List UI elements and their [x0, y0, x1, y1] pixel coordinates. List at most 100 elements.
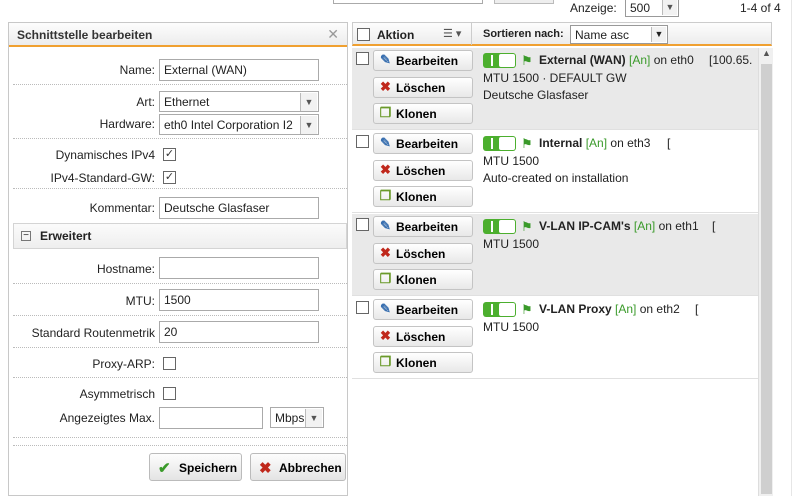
interface-details: MTU 1500	[483, 320, 540, 334]
footer-divider	[13, 445, 347, 446]
edit-icon: ✎	[380, 301, 391, 316]
row-checkbox[interactable]	[356, 218, 369, 231]
interface-state: [An]	[615, 302, 637, 316]
sort-select[interactable]: Name asc ▼	[570, 25, 668, 44]
delete-button[interactable]: ✖ Löschen	[373, 326, 473, 347]
dyn-ipv4-checkbox[interactable]: ✓	[163, 148, 176, 161]
delete-icon: ✖	[380, 162, 391, 177]
delete-button[interactable]: ✖ Löschen	[373, 243, 473, 264]
interface-address: [100.65.	[709, 53, 753, 67]
header-separator	[471, 23, 472, 45]
mtu-field[interactable]: 1500	[159, 289, 319, 311]
unit-value: Mbps	[275, 411, 305, 425]
form-row-type-hardware: Art: Ethernet ▼ Hardware: eth0 Intel Cor…	[13, 85, 347, 139]
clone-label: Klonen	[396, 107, 437, 121]
save-button[interactable]: ✔ Speichern	[149, 453, 242, 481]
max-shown-field[interactable]	[159, 407, 263, 429]
clone-button[interactable]: ❐ Klonen	[373, 186, 473, 207]
interface-comment: Deutsche Glasfaser	[483, 88, 589, 102]
sort-value: Name asc	[575, 28, 630, 42]
interface-state: [An]	[633, 219, 656, 233]
max-shown-label: Angezeigtes Max.	[59, 411, 155, 425]
row-checkbox[interactable]	[356, 52, 369, 65]
edit-button[interactable]: ✎ Bearbeiten	[373, 299, 473, 320]
clone-button[interactable]: ❐ Klonen	[373, 352, 473, 373]
kommentar-field[interactable]: Deutsche Glasfaser	[159, 197, 319, 219]
check-icon: ✔	[158, 460, 171, 477]
row-checkbox[interactable]	[356, 301, 369, 314]
interface-name: Internal	[539, 136, 583, 150]
ipv4-gw-checkbox[interactable]: ✓	[163, 171, 176, 184]
interface-details: MTU 1500	[483, 237, 540, 251]
clone-button[interactable]: ❐ Klonen	[373, 103, 473, 124]
enable-toggle[interactable]	[483, 219, 516, 234]
edit-button[interactable]: ✎ Bearbeiten	[373, 50, 473, 71]
delete-icon: ✖	[380, 328, 391, 343]
chevron-down-icon: ▼	[305, 409, 322, 427]
enable-toggle[interactable]	[483, 53, 516, 68]
interface-name-line: External (WAN) [An] on eth0	[539, 53, 694, 67]
delete-button[interactable]: ✖ Löschen	[373, 160, 473, 181]
clone-label: Klonen	[396, 273, 437, 287]
advanced-section-header[interactable]: − Erweitert	[13, 223, 347, 249]
interface-address: [	[712, 219, 716, 233]
cancel-button[interactable]: ✖ Abbrechen	[250, 453, 346, 481]
scroll-thumb[interactable]	[761, 64, 772, 494]
interface-device: on eth3	[610, 136, 651, 150]
interface-details: MTU 1500	[483, 154, 540, 168]
clone-icon: ❐	[379, 188, 392, 203]
hostname-field[interactable]	[159, 257, 319, 279]
clone-icon: ❐	[379, 271, 392, 286]
column-menu-icon[interactable]: ☰ ▾	[443, 27, 461, 40]
result-count: 1-4 of 4	[740, 1, 781, 15]
asym-checkbox[interactable]	[163, 387, 176, 400]
scroll-up-icon[interactable]: ▲	[759, 48, 774, 62]
page-size-select[interactable]: 500 ▼	[625, 0, 679, 17]
edit-icon: ✎	[380, 218, 391, 233]
search-input[interactable]	[333, 0, 483, 4]
interface-name-line: Internal [An] on eth3	[539, 136, 650, 150]
asym-label: Asymmetrisch	[79, 387, 155, 401]
name-field[interactable]: External (WAN)	[159, 59, 319, 81]
search-button[interactable]	[494, 0, 554, 4]
interface-comment: Auto-created on installation	[483, 171, 629, 185]
interface-device: on eth1	[658, 219, 699, 233]
delete-button[interactable]: ✖ Löschen	[373, 77, 473, 98]
page-size-value: 500	[630, 1, 651, 15]
form-row-comment: Kommentar: Deutsche Glasfaser	[13, 189, 347, 223]
select-all-checkbox[interactable]	[357, 28, 370, 41]
row-checkbox[interactable]	[356, 135, 369, 148]
list-scrollbar[interactable]: ▲	[758, 48, 773, 496]
delete-icon: ✖	[380, 79, 391, 94]
dialog-title: Schnittstelle bearbeiten	[17, 28, 153, 42]
delete-label: Löschen	[396, 164, 446, 178]
collapse-icon[interactable]: −	[21, 231, 31, 241]
clone-label: Klonen	[396, 356, 437, 370]
interface-name-line: V-LAN Proxy [An] on eth2	[539, 302, 680, 316]
proxyarp-checkbox[interactable]	[163, 357, 176, 370]
interface-device: on eth0	[653, 53, 694, 67]
delete-label: Löschen	[396, 81, 446, 95]
chevron-down-icon: ▼	[300, 93, 317, 111]
clone-button[interactable]: ❐ Klonen	[373, 269, 473, 290]
edit-icon: ✎	[380, 52, 391, 67]
clone-label: Klonen	[396, 190, 437, 204]
art-select[interactable]: Ethernet ▼	[159, 91, 319, 112]
edit-button[interactable]: ✎ Bearbeiten	[373, 216, 473, 237]
form-row-metric: Standard Routenmetrik 20	[13, 316, 347, 348]
edit-label: Bearbeiten	[396, 303, 459, 317]
flag-icon: ⚑	[521, 53, 533, 68]
interface-address: [	[667, 136, 671, 150]
unit-select[interactable]: Mbps ▼	[270, 407, 324, 428]
delete-label: Löschen	[396, 330, 446, 344]
edit-button[interactable]: ✎ Bearbeiten	[373, 133, 473, 154]
close-icon[interactable]: ✕	[327, 26, 339, 43]
save-label: Speichern	[179, 461, 238, 475]
metric-field[interactable]: 20	[159, 321, 319, 343]
hardware-select[interactable]: eth0 Intel Corporation I2 ▼	[159, 114, 319, 135]
enable-toggle[interactable]	[483, 302, 516, 317]
page-edge	[781, 0, 803, 496]
enable-toggle[interactable]	[483, 136, 516, 151]
interface-row: ✎ Bearbeiten ✖ Löschen ❐ Klonen ⚑ External …	[352, 48, 758, 130]
interface-row: ✎ Bearbeiten ✖ Löschen ❐ Klonen ⚑ Internal …	[352, 131, 758, 213]
